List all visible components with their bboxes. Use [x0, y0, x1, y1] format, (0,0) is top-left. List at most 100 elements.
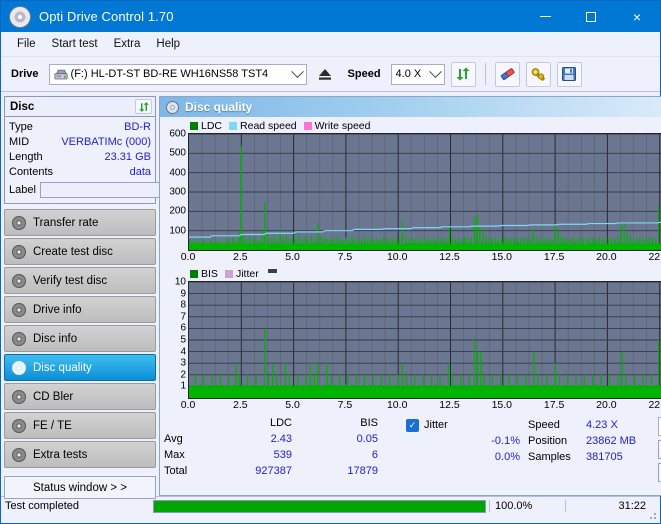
- samples-value: 381705: [586, 451, 623, 463]
- x-tick-label: 22.5: [648, 399, 661, 411]
- sidebar-item-verify-test-disc[interactable]: Verify test disc: [4, 267, 156, 294]
- x-tick-label: 10.0: [386, 399, 408, 411]
- status-window-button[interactable]: Status window > >: [4, 476, 156, 499]
- refresh-icon: [456, 67, 470, 81]
- eject-button[interactable]: [313, 62, 338, 87]
- ldc-x-axis: 0.02.55.07.510.012.515.017.520.022.525.0…: [181, 251, 661, 265]
- x-tick-label: 17.5: [543, 399, 565, 411]
- stats-table: LDC BIS 2.43 0.05 539 6 927387 17879: [216, 417, 406, 495]
- sidebar-item-transfer-rate[interactable]: Transfer rate: [4, 209, 156, 236]
- x-tick-label: 15.0: [491, 251, 513, 263]
- jitter-checkbox[interactable]: ✓: [406, 418, 419, 432]
- stats-bis-total: 17879: [347, 465, 378, 477]
- y-tick-label: 5: [180, 334, 186, 346]
- bis-plot-row: 12345678910 2%4%6%8%10%: [162, 277, 661, 399]
- stats-row-max: 539 6: [216, 449, 406, 465]
- resize-grip[interactable]: [647, 510, 657, 520]
- x-tick-label: 2.5: [232, 399, 248, 411]
- x-tick-label: 12.5: [439, 399, 460, 411]
- disc-refresh-button[interactable]: [135, 99, 152, 114]
- eraser-icon: [500, 68, 515, 81]
- page-title: Disc quality: [185, 100, 253, 114]
- disc-label-row: Label: [9, 180, 244, 200]
- progress-bar: [153, 499, 486, 513]
- stats-bis-max: 6: [371, 449, 378, 461]
- x-tick-label: 2.5: [232, 251, 248, 263]
- y-tick-label: 3: [180, 357, 186, 369]
- menu-item-help[interactable]: Help: [148, 35, 188, 53]
- stats-ldc-avg: 2.43: [270, 433, 292, 445]
- bis-plot-area: [188, 281, 661, 399]
- panel-header: Disc quality: [160, 97, 661, 117]
- refresh-button[interactable]: [450, 61, 476, 87]
- stats-label-max: Max: [164, 449, 185, 461]
- y-tick-label: 100: [169, 225, 186, 237]
- close-button[interactable]: ×: [614, 1, 660, 32]
- statistics-area: Avg Max Total LDC BIS 2.43 0.05 539 6 92…: [160, 413, 661, 495]
- drive-select[interactable]: (F:) HL-DT-ST BD-RE WH16NS58 TST4: [48, 63, 307, 85]
- sidebar-item-drive-info[interactable]: Drive info: [4, 296, 156, 323]
- key-button[interactable]: [525, 61, 551, 87]
- disc-row-contents: Contents data: [9, 164, 151, 179]
- stats-header-ldc: LDC: [269, 417, 292, 429]
- sidebar-item-create-test-disc[interactable]: Create test disc: [4, 238, 156, 265]
- disc-icon: [12, 360, 26, 375]
- toolbar-separator: [484, 63, 486, 85]
- x-tick-label: 10.0: [386, 251, 408, 263]
- x-tick-label: 20.0: [596, 251, 617, 263]
- disc-key-mid: MID: [9, 135, 30, 148]
- progress-fill: [154, 500, 485, 512]
- sidebar-item-disc-info[interactable]: Disc info: [4, 325, 156, 352]
- x-tick-label: 12.5: [439, 251, 460, 263]
- bis-chart-legend: BIS Jitter: [190, 268, 661, 280]
- save-button[interactable]: [556, 61, 582, 87]
- disc-key-contents: Contents: [9, 165, 54, 178]
- sidebar-label: Verify test disc: [33, 274, 108, 287]
- window-title: Opti Drive Control 1.70: [39, 9, 174, 24]
- refresh-icon: [138, 101, 149, 112]
- legend-label: Read speed: [240, 120, 297, 132]
- legend-label: Write speed: [314, 120, 371, 132]
- ldc-plot-area: [188, 133, 661, 251]
- y-tick-label: 400: [169, 167, 186, 179]
- disc-icon: [12, 215, 26, 230]
- title-bar: Opti Drive Control 1.70 ×: [1, 1, 660, 32]
- key-icon: [531, 68, 545, 82]
- menu-item-extra[interactable]: Extra: [106, 35, 149, 53]
- disc-icon: [12, 418, 26, 433]
- erase-button[interactable]: [494, 61, 520, 87]
- stats-row-avg: 2.43 0.05: [216, 433, 406, 449]
- x-tick-label: 7.5: [337, 251, 353, 263]
- main-panel: Disc quality LDC Read speed Write speed …: [159, 92, 661, 496]
- maximize-button[interactable]: [568, 1, 614, 32]
- stats-label-total: Total: [164, 465, 188, 477]
- disc-key-length: Length: [9, 150, 43, 163]
- disc-icon: [12, 447, 26, 462]
- sidebar-label: Create test disc: [33, 245, 113, 258]
- elapsed-time: 31:22: [565, 500, 660, 512]
- disc-icon: [12, 244, 26, 259]
- sidebar-label: Disc quality: [33, 361, 92, 374]
- disc-row-mid: MID VERBATIMc (000): [9, 134, 151, 149]
- sidebar-item-extra-tests[interactable]: Extra tests: [4, 441, 156, 468]
- minimize-button[interactable]: [522, 1, 568, 32]
- sidebar-item-cd-bler[interactable]: CD Bler: [4, 383, 156, 410]
- menu-item-file[interactable]: File: [9, 35, 44, 53]
- menu-item-start-test[interactable]: Start test: [44, 35, 106, 53]
- legend-label: Jitter: [235, 268, 259, 280]
- y-tick-label: 7: [180, 311, 186, 323]
- y-tick-label: 1: [180, 380, 186, 392]
- speed-select[interactable]: 4.0 X: [390, 63, 445, 85]
- legend-swatch-jitter: [224, 270, 233, 278]
- sidebar-item-fe-te[interactable]: FE / TE: [4, 412, 156, 439]
- sidebar-item-disc-quality[interactable]: Disc quality: [4, 354, 156, 381]
- legend-swatch-bis: [190, 270, 198, 278]
- save-icon: [562, 67, 577, 81]
- close-icon: ×: [632, 8, 642, 25]
- sidebar-label: CD Bler: [33, 390, 74, 403]
- legend-item-jitter: Jitter: [224, 268, 259, 280]
- maximize-icon: [586, 11, 596, 22]
- speed-info-column: Speed 4.23 X Position 23862 MB Samples 3…: [528, 417, 658, 495]
- ldc-plot-row: 100200300400500600 2 X4 X6 X8 X10 X12 X1…: [162, 129, 661, 251]
- y-tick-label: 4: [180, 346, 186, 358]
